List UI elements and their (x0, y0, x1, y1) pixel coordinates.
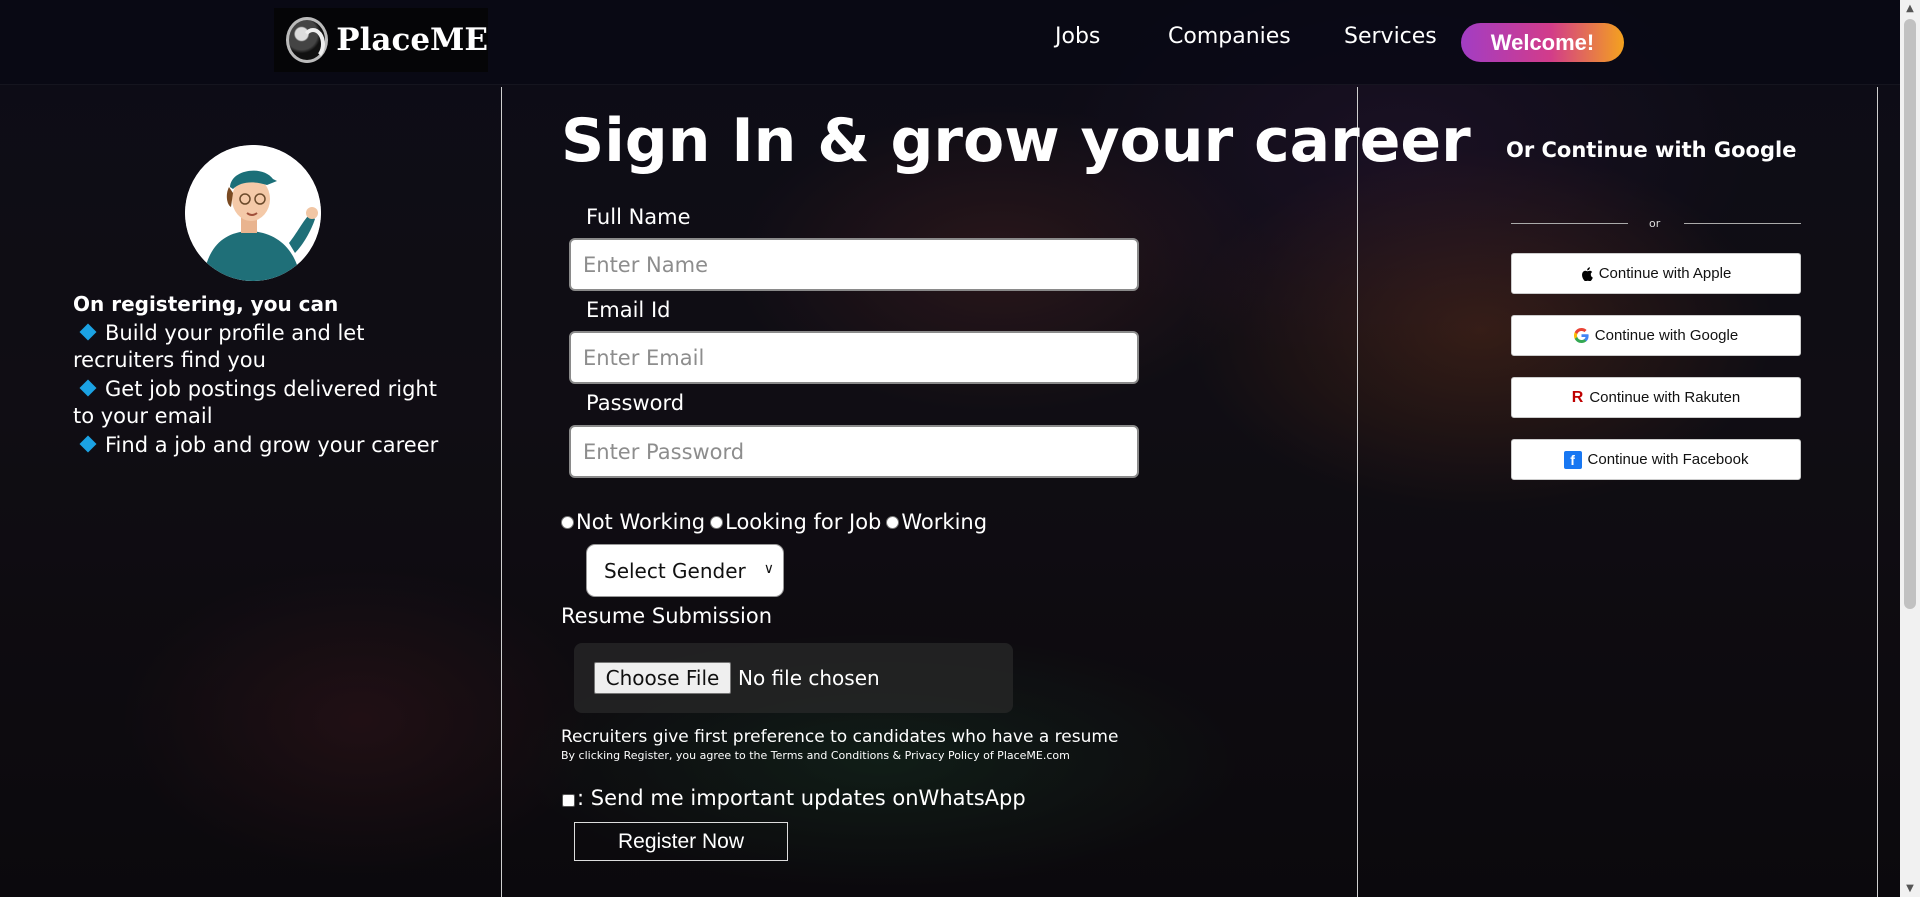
diamond-icon (79, 379, 97, 397)
benefit-item: Get job postings delivered right to your… (73, 377, 437, 428)
whatsapp-label: : Send me important updates onWhatsApp (577, 786, 1026, 810)
password-input[interactable] (569, 425, 1139, 478)
fullname-label: Full Name (586, 205, 691, 229)
google-signin-button[interactable]: Continue with Google (1511, 315, 1801, 356)
welcome-button[interactable]: Welcome! (1461, 23, 1624, 62)
resume-note: Recruiters give first preference to cand… (561, 727, 1119, 747)
google-icon (1573, 328, 1589, 343)
password-label: Password (586, 391, 685, 415)
work-status-radio-group: Not Working Looking for Job Working (561, 510, 992, 534)
rakuten-signin-button[interactable]: R Continue with Rakuten (1511, 377, 1801, 418)
choose-file-button[interactable]: Choose File (594, 662, 731, 694)
scroll-down-arrow-icon[interactable]: ▼ (1900, 880, 1920, 897)
whatsapp-checkbox[interactable] (562, 794, 575, 807)
radio-label: Not Working (576, 510, 706, 534)
facebook-signin-button[interactable]: f Continue with Facebook (1511, 439, 1801, 480)
brand-logo[interactable]: PlaceME (274, 8, 488, 72)
brand-name: PlaceME (336, 22, 488, 58)
file-status: No file chosen (738, 666, 880, 690)
user-avatar-illustration (185, 145, 321, 281)
facebook-icon: f (1563, 450, 1582, 469)
resume-label: Resume Submission (561, 604, 773, 628)
benefit-item: Find a job and grow your career (73, 432, 443, 459)
social-title: Or Continue with Google (1506, 138, 1797, 162)
email-label: Email Id (586, 298, 671, 322)
left-divider (501, 87, 502, 897)
apple-icon (1581, 266, 1593, 281)
page-title: Sign In & grow your career (561, 106, 1471, 176)
divider-line (1684, 223, 1801, 224)
radio-label: Working (901, 510, 988, 534)
scroll-up-arrow-icon[interactable]: ▲ (1900, 0, 1920, 17)
logo-icon (286, 17, 329, 63)
fullname-input[interactable] (569, 238, 1139, 291)
diamond-icon (79, 435, 97, 453)
register-button[interactable]: Register Now (574, 822, 788, 861)
resume-upload: Choose File No file chosen (574, 643, 1013, 713)
right-divider (1357, 87, 1358, 897)
rakuten-icon: R (1571, 388, 1584, 406)
email-input[interactable] (569, 331, 1139, 384)
radio-looking-for-job[interactable] (710, 515, 724, 529)
radio-label: Looking for Job (725, 510, 882, 534)
gender-select[interactable]: Select Gender ∨ (586, 544, 784, 597)
nav-jobs[interactable]: Jobs (1055, 24, 1100, 49)
page-scrollbar[interactable]: ▲ ▼ (1900, 0, 1920, 897)
radio-not-working[interactable] (561, 515, 574, 529)
benefit-item: Build your profile and let recruiters fi… (73, 321, 365, 372)
radio-working[interactable] (886, 515, 900, 529)
scrollbar-thumb[interactable] (1904, 19, 1916, 609)
edge-divider (1877, 87, 1878, 897)
top-navbar: PlaceME Jobs Companies Services Welcome! (0, 0, 1900, 85)
nav-companies[interactable]: Companies (1168, 24, 1291, 49)
or-separator: or (1649, 217, 1661, 230)
benefits-title: On registering, you can (73, 292, 339, 316)
apple-signin-button[interactable]: Continue with Apple (1511, 253, 1801, 294)
chevron-down-icon: ∨ (763, 561, 774, 577)
nav-services[interactable]: Services (1344, 24, 1437, 49)
divider-line (1511, 223, 1628, 224)
diamond-icon (79, 323, 97, 341)
terms-text: By clicking Register, you agree to the T… (561, 749, 1070, 762)
